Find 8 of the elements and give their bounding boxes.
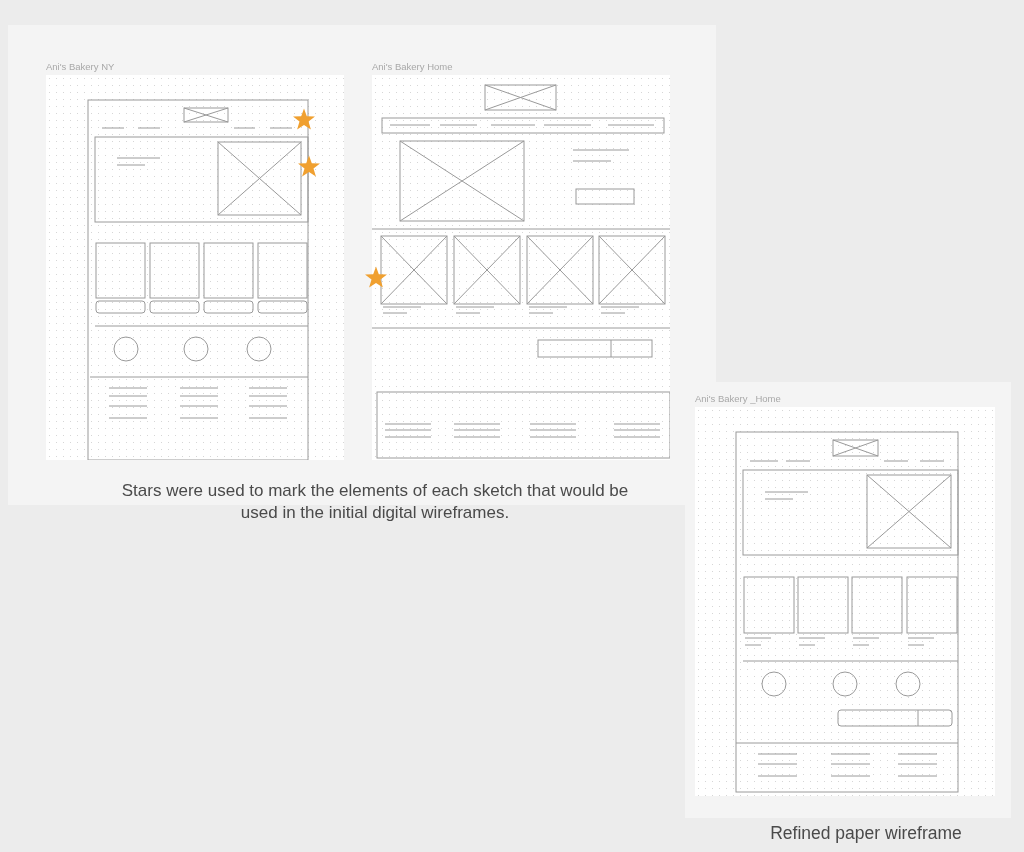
caption-text: Stars were used to mark the elements of each sketch that would be used in the initial digital wireframes. (120, 480, 630, 524)
frame-title[interactable]: Ani's Bakery _Home (695, 393, 995, 405)
caption-text: Refined paper wireframe (769, 822, 963, 844)
star-icon (292, 108, 316, 131)
frame-title[interactable]: Ani's Bakery Home (372, 61, 670, 73)
star-icon (297, 155, 321, 178)
frame-title[interactable]: Ani's Bakery NY (46, 61, 344, 73)
star-icon (364, 266, 388, 289)
